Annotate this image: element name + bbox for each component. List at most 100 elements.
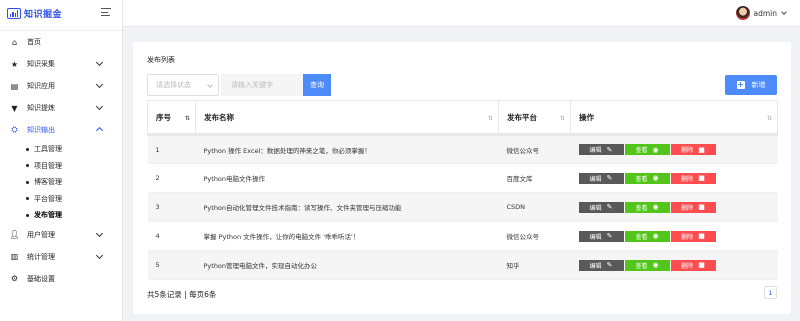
logo[interactable]: 知识掘金: [0, 0, 122, 27]
trash-icon: ■: [698, 174, 705, 182]
sidebar-item-home[interactable]: ⌂ 首页: [0, 31, 122, 53]
sidebar-item-label: 知识提炼: [27, 104, 55, 112]
pencil-icon: ✎: [606, 203, 613, 211]
sort-icon: ⇅: [487, 115, 493, 122]
table-row: 1 Python 操作 Excel：数据处理的神来之笔，你必须掌握！ 微信公众号…: [147, 133, 778, 164]
cell-index: 3: [147, 192, 196, 222]
star-icon: ★: [10, 59, 19, 69]
panel-title: 发布列表: [147, 56, 175, 64]
filter-bar: 请选择状态 查询: [147, 74, 331, 96]
edit-button[interactable]: 编辑 ✎: [578, 230, 624, 242]
column-header-index[interactable]: 序号 ⇅: [147, 100, 196, 135]
delete-button[interactable]: 删除 ■: [670, 201, 716, 213]
delete-button[interactable]: 删除 ■: [670, 172, 716, 184]
status-select[interactable]: 请选择状态: [147, 74, 219, 96]
sidebar-item-user-manage[interactable]: 👤︎ 用户管理: [0, 224, 122, 246]
delete-button[interactable]: 删除 ■: [670, 230, 716, 242]
submenu-item-platforms[interactable]: 平台管理: [0, 191, 122, 208]
edit-button[interactable]: 编辑 ✎: [578, 172, 624, 184]
view-button[interactable]: 查看 ◉: [624, 201, 670, 213]
user-menu[interactable]: admin: [735, 6, 787, 20]
sort-icon: ⇅: [184, 115, 190, 122]
column-header-platform[interactable]: 发布平台 ⇅: [498, 100, 571, 135]
chevron-down-icon: [207, 82, 213, 88]
sidebar-item-label: 统计管理: [27, 252, 55, 261]
pencil-icon: ✎: [606, 174, 613, 182]
sidebar-item-settings[interactable]: ⚙ 基础设置: [0, 268, 122, 290]
submenu-item-tools[interactable]: 工具管理: [0, 141, 122, 158]
sidebar-item-stats[interactable]: ▥ 统计管理: [0, 246, 122, 268]
table-row: 4 掌握 Python 文件操作，让你的电脑文件 '乖乖听话'！ 微信公众号 编…: [147, 221, 778, 251]
user-name: admin: [753, 8, 778, 18]
cell-platform: CSDN: [498, 192, 571, 222]
add-button[interactable]: + 新增: [725, 75, 777, 95]
edit-button[interactable]: 编辑 ✎: [578, 144, 624, 155]
trash-icon: ■: [698, 145, 705, 154]
submenu-item-publish[interactable]: 发布管理: [0, 207, 122, 224]
view-button[interactable]: 查看 ◉: [624, 259, 670, 271]
chevron-down-icon: [95, 102, 104, 111]
cell-index: 2: [147, 163, 196, 193]
chevron-down-icon: [95, 58, 104, 67]
page-number-button[interactable]: 1: [764, 286, 777, 299]
pencil-icon: ✎: [606, 145, 613, 154]
pencil-icon: ✎: [606, 232, 613, 240]
book-icon: ▤: [10, 81, 19, 91]
chevron-up-icon: [95, 126, 104, 135]
edit-button[interactable]: 编辑 ✎: [578, 259, 624, 271]
keyword-input[interactable]: [221, 74, 303, 96]
sort-icon: ⇅: [559, 115, 565, 122]
gear-icon: ⚙: [10, 274, 19, 283]
sidebar-item-knowledge-output[interactable]: ⛭ 知识输出: [0, 119, 122, 141]
delete-button[interactable]: 删除 ■: [670, 259, 716, 271]
eye-icon: ◉: [652, 174, 659, 182]
cell-index: 5: [147, 250, 196, 280]
plus-icon: +: [736, 80, 745, 89]
trash-icon: ■: [698, 232, 705, 240]
sidebar-item-knowledge-collect[interactable]: ★ 知识采集: [0, 53, 122, 75]
column-header-name[interactable]: 发布名称 ⇅: [195, 100, 499, 135]
add-button-label: 新增: [751, 81, 766, 89]
home-icon: ⌂: [11, 37, 18, 47]
table-row: 3 Python自动化管理文件技术指南：读写操作、文件夹管理与压缩功能 CSDN…: [147, 192, 778, 222]
submenu-item-projects[interactable]: 项目管理: [0, 158, 122, 175]
eye-icon: ◉: [652, 232, 659, 240]
status-select-placeholder: 请选择状态: [156, 81, 191, 89]
edit-button[interactable]: 编辑 ✎: [578, 201, 624, 213]
caret-down-icon: [781, 9, 787, 15]
column-header-ops[interactable]: 操作 ⇅: [570, 100, 778, 135]
sidebar-item-label: 知识应用: [27, 82, 55, 90]
sidebar-item-label: 知识输出: [27, 126, 55, 134]
sidebar-item-label: 首页: [27, 38, 41, 46]
sidebar-item-label: 基础设置: [27, 274, 55, 283]
table-row: 2 Python电脑文件操作 百度文库 编辑 ✎ 查看 ◉ 删除 ■: [147, 163, 778, 193]
pagination-summary: 共5条记录 | 每页6条: [147, 290, 217, 299]
eye-icon: ◉: [652, 261, 659, 269]
table-row: 5 Python管理电脑文件，实现自动化办公 知乎 编辑 ✎ 查看 ◉ 删除 ■: [147, 250, 778, 280]
logo-text: 知识掘金: [24, 10, 63, 20]
delete-button[interactable]: 删除 ■: [670, 144, 716, 155]
submenu-knowledge-output: 工具管理 项目管理 博客管理 平台管理 发布管理: [0, 141, 122, 224]
top-bar: admin: [123, 0, 800, 27]
view-button[interactable]: 查看 ◉: [624, 230, 670, 242]
view-button[interactable]: 查看 ◉: [624, 144, 670, 155]
cell-platform: 百度文库: [498, 163, 571, 193]
cell-index: 4: [147, 221, 196, 251]
view-button[interactable]: 查看 ◉: [624, 172, 670, 184]
trash-icon: ■: [698, 203, 705, 211]
sort-icon: ⇅: [766, 115, 772, 122]
sidebar-item-knowledge-apply[interactable]: ▤ 知识应用: [0, 75, 122, 97]
chevron-down-icon: [95, 251, 104, 259]
trash-icon: ■: [698, 261, 705, 269]
table-header-row: 序号 ⇅ 发布名称 ⇅ 发布平台 ⇅ 操作 ⇅: [147, 100, 778, 135]
sidebar-item-label: 知识采集: [27, 60, 55, 68]
pencil-icon: ✎: [606, 261, 613, 269]
cell-name: 掌握 Python 文件操作，让你的电脑文件 '乖乖听话'！: [195, 221, 499, 251]
submenu-item-blogs[interactable]: 博客管理: [0, 174, 122, 191]
menu-toggle-icon[interactable]: [101, 8, 111, 16]
sidebar-item-knowledge-refine[interactable]: ▼ 知识提炼: [0, 97, 122, 119]
filter-icon: ▼: [11, 103, 18, 113]
query-button[interactable]: 查询: [303, 74, 331, 96]
chevron-down-icon: [95, 80, 104, 89]
eye-icon: ◉: [652, 203, 659, 211]
